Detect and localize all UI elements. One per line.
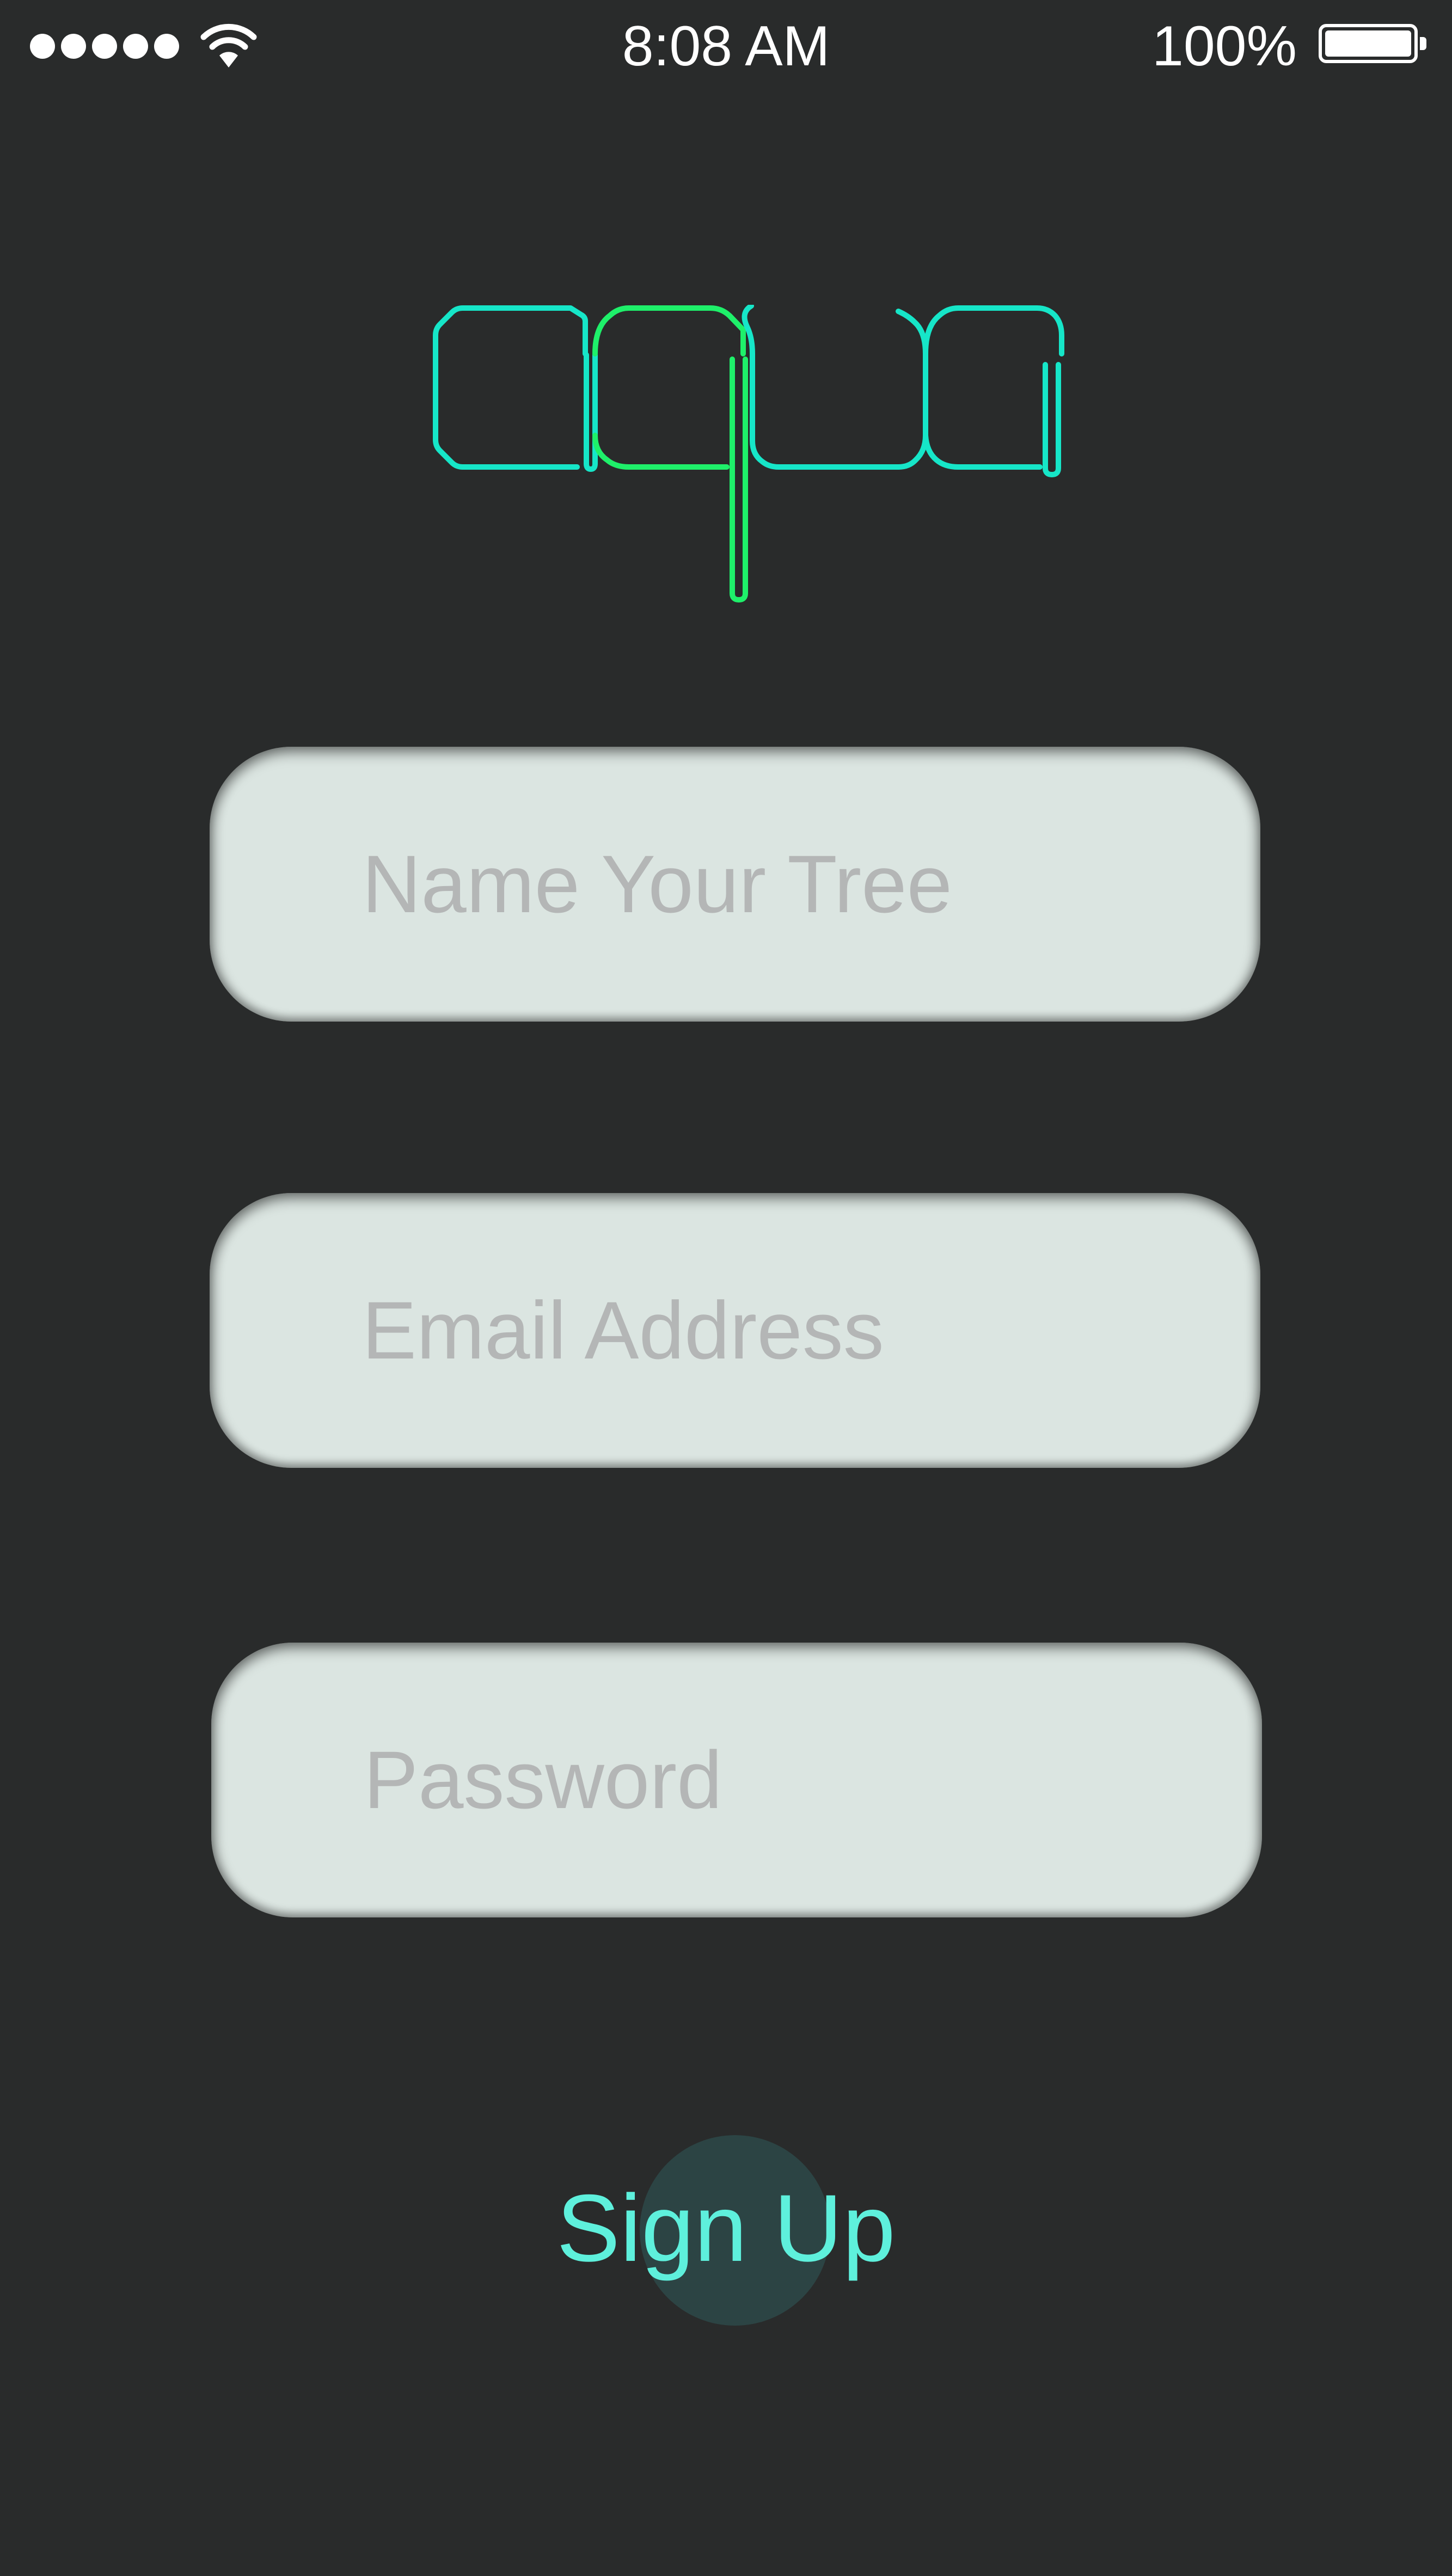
tree-name-input[interactable] bbox=[362, 747, 1206, 1022]
email-input[interactable] bbox=[362, 1193, 1206, 1468]
aqua-logo bbox=[433, 305, 1064, 602]
tree-name-field[interactable] bbox=[210, 747, 1260, 1022]
battery-icon bbox=[1319, 24, 1426, 63]
battery-terminal bbox=[1420, 37, 1426, 50]
battery-percentage: 100% bbox=[1152, 15, 1297, 78]
battery-fill bbox=[1325, 30, 1411, 57]
email-field[interactable] bbox=[210, 1193, 1260, 1468]
password-input[interactable] bbox=[364, 1643, 1208, 1917]
status-bar: 8:08 AM 100% bbox=[0, 0, 1452, 93]
password-field[interactable] bbox=[211, 1643, 1262, 1917]
sign-up-button[interactable]: Sign Up bbox=[0, 2166, 1452, 2291]
